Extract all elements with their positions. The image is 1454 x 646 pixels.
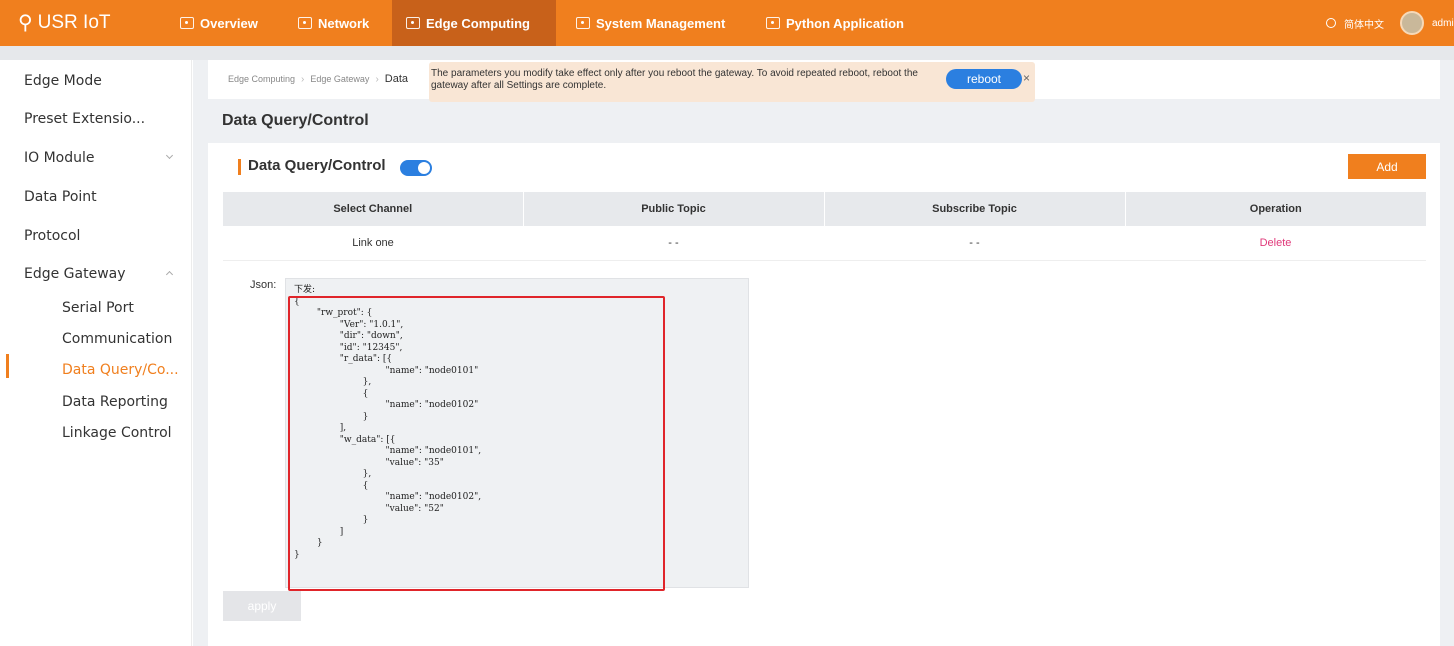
column-header: Subscribe Topic (824, 192, 1126, 226)
sidebar: Edge Mode Preset Extensio... IO Module D… (0, 60, 192, 646)
reboot-button[interactable]: reboot (946, 69, 1022, 89)
breadcrumb-separator-icon: › (375, 73, 379, 85)
brand-logo[interactable]: ⚲ USR IoT (18, 10, 111, 36)
cell-channel: Link one (223, 226, 523, 261)
card-title: Data Query/Control (248, 157, 386, 174)
globe-icon (1326, 18, 1336, 28)
add-button[interactable]: Add (1348, 154, 1426, 179)
frame-icon (406, 17, 420, 29)
close-icon[interactable]: × (1023, 71, 1030, 85)
nav-system-management[interactable]: System Management (562, 0, 739, 46)
sidebar-item-label: Data Query/Co... (62, 362, 179, 378)
sidebar-item-label: Protocol (24, 228, 81, 244)
sidebar-item-preset-extension[interactable]: Preset Extensio... (24, 107, 184, 131)
header-divider-band (0, 46, 1454, 60)
notice-text: The parameters you modify take effect on… (431, 68, 918, 91)
sidebar-item-label: Preset Extensio... (24, 111, 146, 127)
column-header: Select Channel (223, 192, 524, 226)
breadcrumb-edge-gateway[interactable]: Edge Gateway (310, 74, 369, 84)
nav-label: Edge Computing (426, 15, 530, 31)
frame-icon (298, 17, 312, 29)
cell-subscribe-topic: - - (824, 226, 1125, 261)
person-logo-icon: ⚲ (18, 12, 33, 34)
channel-table: Select Channel Public Topic Subscribe To… (223, 192, 1426, 261)
sidebar-item-io-module[interactable]: IO Module (24, 146, 184, 170)
nav-label: Overview (200, 15, 258, 31)
enable-toggle[interactable] (400, 160, 432, 176)
brand-name: USR IoT (37, 12, 111, 33)
sidebar-item-label: Edge Gateway (24, 266, 126, 282)
nav-overview[interactable]: Overview (166, 0, 272, 46)
language-switch[interactable]: 简体中文 (1344, 16, 1384, 31)
column-header: Operation (1125, 192, 1426, 226)
top-right-tools: 简体中文 admin (1326, 0, 1454, 46)
nav-edge-computing[interactable]: Edge Computing (392, 0, 556, 46)
cell-operation: Delete (1125, 226, 1426, 261)
sidebar-item-label: Serial Port (62, 300, 134, 316)
chevron-down-icon (165, 151, 174, 160)
breadcrumb-separator-icon: › (301, 73, 305, 85)
chevron-up-icon (165, 270, 174, 279)
reboot-notice: The parameters you modify take effect on… (429, 62, 1035, 102)
sidebar-item-label: Data Point (24, 189, 97, 205)
sidebar-item-label: IO Module (24, 150, 95, 166)
table-header-row: Select Channel Public Topic Subscribe To… (223, 192, 1426, 226)
frame-icon (766, 17, 780, 29)
sidebar-item-edge-gateway[interactable]: Edge Gateway (24, 262, 184, 286)
sidebar-item-label: Linkage Control (62, 425, 172, 441)
breadcrumb: Edge Computing › Edge Gateway › Data (228, 73, 408, 85)
page-title: Data Query/Control (222, 112, 369, 129)
column-header: Public Topic (523, 192, 825, 226)
nav-python-application[interactable]: Python Application (752, 0, 918, 46)
data-query-card: Data Query/Control Add Select Channel Pu… (208, 143, 1440, 646)
frame-icon (180, 17, 194, 29)
top-nav-bar: ⚲ USR IoT Overview Network Edge Computin… (0, 0, 1454, 46)
nav-network[interactable]: Network (284, 0, 383, 46)
nav-label: Python Application (786, 15, 904, 31)
title-accent-bar (238, 159, 241, 175)
highlight-box (288, 296, 665, 591)
frame-icon (576, 17, 590, 29)
nav-label: System Management (596, 15, 726, 31)
avatar[interactable] (1400, 11, 1424, 35)
cell-public-topic: - - (523, 226, 824, 261)
sidebar-item-data-point[interactable]: Data Point (24, 185, 184, 209)
sidebar-item-edge-mode[interactable]: Edge Mode (24, 69, 184, 93)
breadcrumb-edge-computing[interactable]: Edge Computing (228, 74, 295, 84)
apply-button[interactable]: apply (223, 591, 301, 621)
sidebar-item-protocol[interactable]: Protocol (24, 224, 184, 248)
toggle-knob (418, 162, 430, 174)
sidebar-item-label: Communication (62, 331, 173, 347)
sidebar-item-label: Edge Mode (24, 73, 102, 89)
nav-label: Network (318, 15, 370, 31)
breadcrumb-current: Data (384, 73, 409, 85)
delete-link[interactable]: Delete (1260, 237, 1292, 249)
active-indicator (6, 354, 9, 378)
username[interactable]: admin (1432, 18, 1454, 29)
sidebar-item-label: Data Reporting (62, 394, 168, 410)
json-label: Json: (250, 279, 277, 291)
table-row: Link one - - - - Delete (223, 226, 1426, 261)
